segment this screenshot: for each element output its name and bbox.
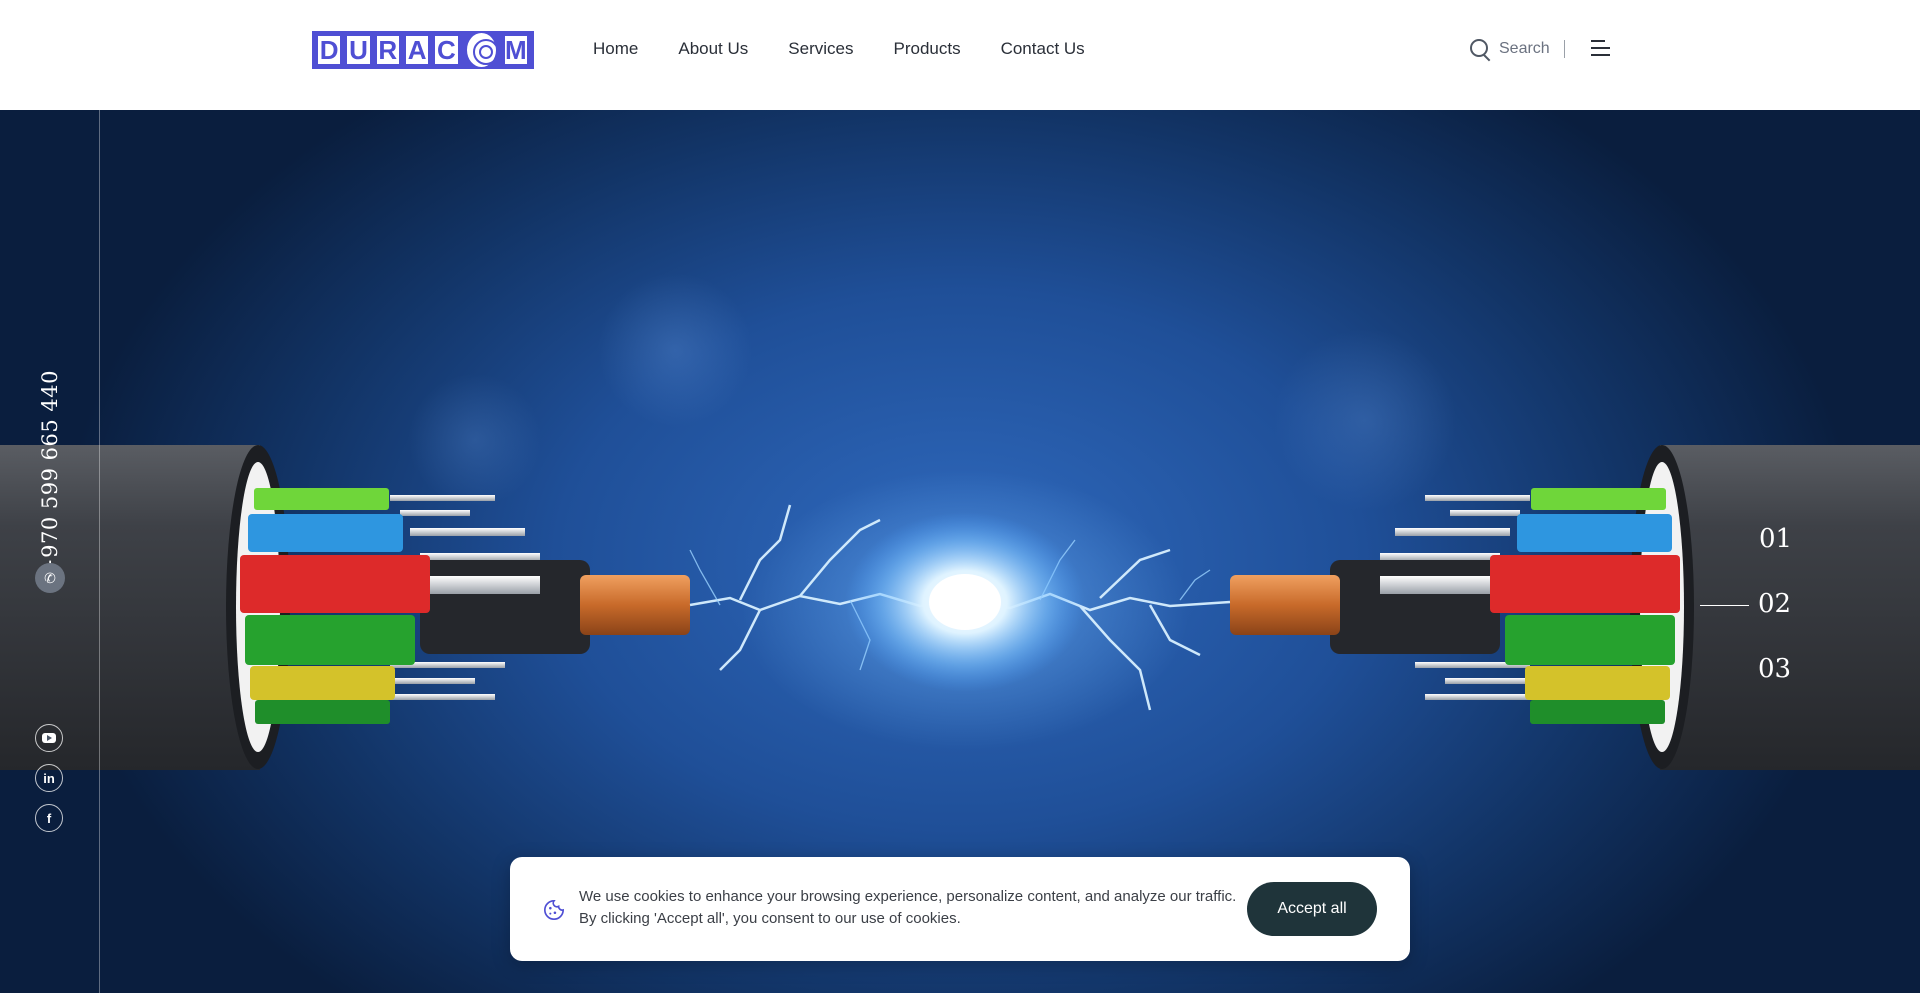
phone-icon[interactable]: ✆ (35, 563, 65, 593)
slide-indicator-03[interactable]: 03 (1758, 654, 1791, 684)
phone-number[interactable]: +970 599 665 440 (38, 370, 62, 576)
logo-fiber-ring-icon (464, 31, 499, 69)
logo-letter-r: R (376, 35, 399, 65)
nav-products[interactable]: Products (893, 38, 960, 60)
logo-letter-c: C (435, 35, 458, 65)
youtube-icon[interactable] (35, 724, 63, 752)
linkedin-icon[interactable]: in (35, 764, 63, 792)
search-divider (1563, 40, 1565, 58)
logo-letter-u: U (347, 35, 370, 65)
nav-contact-us[interactable]: Contact Us (1001, 38, 1085, 60)
duracom-logo[interactable]: D U R A C M (312, 31, 534, 69)
logo-letter-d: D (318, 35, 341, 65)
active-slide-line (1700, 605, 1749, 606)
sidebar-divider (99, 110, 100, 993)
nav-about-us[interactable]: About Us (678, 38, 748, 60)
cookie-message-line1: We use cookies to enhance your browsing … (579, 888, 1237, 905)
nav-home[interactable]: Home (593, 38, 638, 60)
slide-indicator-01[interactable]: 01 (1759, 524, 1792, 554)
cookie-banner: We use cookies to enhance your browsing … (510, 857, 1410, 961)
main-nav: Home About Us Services Products Contact … (593, 38, 1125, 60)
facebook-icon[interactable]: f (35, 804, 63, 832)
cookie-icon (544, 900, 564, 920)
cookie-message: We use cookies to enhance your browsing … (579, 886, 1259, 930)
search-trigger[interactable]: Search (1469, 38, 1565, 60)
logo-letter-m: M (504, 35, 528, 65)
accept-all-button[interactable]: Accept all (1247, 882, 1377, 936)
search-icon[interactable] (1469, 38, 1491, 60)
nav-services[interactable]: Services (788, 38, 853, 60)
slide-indicator-02[interactable]: 02 (1758, 589, 1791, 619)
cookie-message-line2: By clicking 'Accept all', you consent to… (579, 910, 961, 927)
hamburger-menu-icon[interactable] (1591, 40, 1610, 58)
site-header: D U R A C M Home About Us Services Produ… (0, 0, 1920, 110)
logo-letter-a: A (405, 35, 429, 65)
search-label[interactable]: Search (1499, 40, 1550, 58)
